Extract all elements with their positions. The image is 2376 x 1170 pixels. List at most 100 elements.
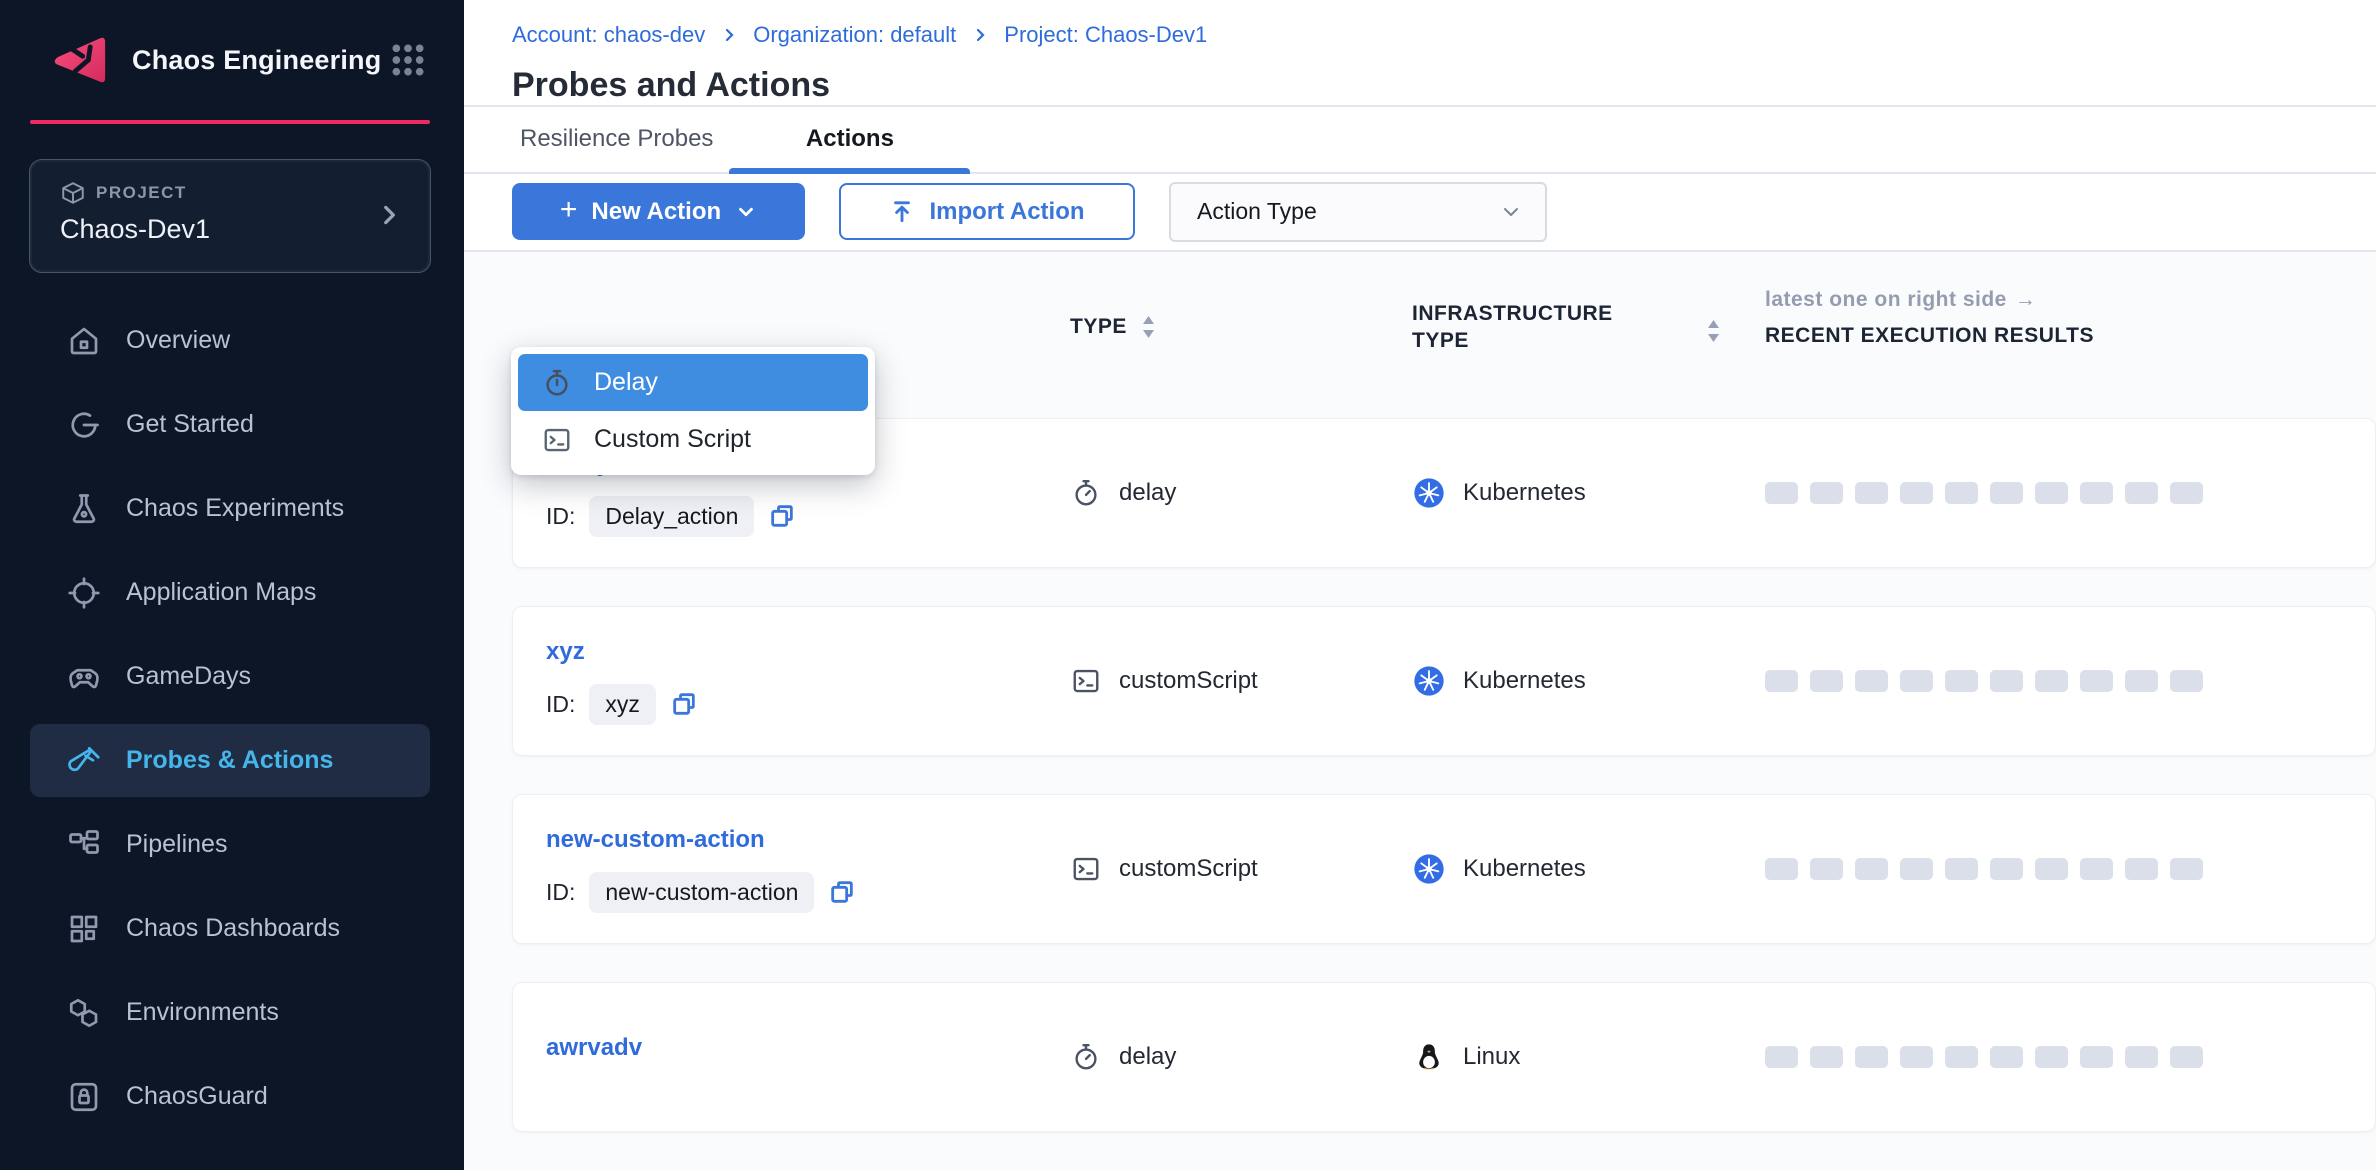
action-type-select[interactable]: Action Type	[1169, 182, 1547, 242]
sidebar-item-application-maps[interactable]: Application Maps	[30, 556, 430, 629]
id-label: ID:	[546, 503, 575, 530]
breadcrumb-account-link[interactable]: Account: chaos-dev	[512, 22, 705, 48]
tab-bar: Resilience Probes Actions	[464, 107, 2376, 174]
sidebar-item-pipelines[interactable]: Pipelines	[30, 808, 430, 881]
action-type: delay	[1119, 1043, 1176, 1071]
import-action-button[interactable]: Import Action	[839, 183, 1135, 240]
execution-result-placeholder	[1810, 858, 1843, 880]
execution-result-placeholder	[2035, 1046, 2068, 1068]
pipeline-icon	[66, 827, 102, 863]
new-action-dropdown-menu: Delay Custom Script	[511, 347, 875, 475]
project-label: PROJECT	[96, 183, 187, 203]
table-row[interactable]: new-custom-action ID: new-custom-action …	[512, 794, 2376, 944]
stopwatch-icon	[1071, 478, 1101, 508]
kubernetes-icon	[1413, 665, 1445, 697]
column-header-infrastructure-type[interactable]: INFRASTRUCTURE TYPE	[1412, 300, 1712, 355]
breadcrumb-project-link[interactable]: Project: Chaos-Dev1	[1004, 22, 1207, 48]
sidebar-item-chaosguard[interactable]: ChaosGuard	[30, 1060, 430, 1133]
toolbar: + New Action Import Action Action Type	[464, 174, 2376, 250]
sidebar-item-label: Chaos Experiments	[126, 494, 344, 523]
copy-icon[interactable]	[768, 502, 796, 530]
execution-result-placeholder	[1810, 670, 1843, 692]
main-area: Account: chaos-dev Organization: default…	[464, 0, 2376, 1170]
infrastructure-type: Kubernetes	[1463, 479, 1586, 507]
execution-result-placeholder	[1855, 670, 1888, 692]
execution-result-placeholder	[2170, 858, 2203, 880]
kubernetes-icon	[1413, 477, 1445, 509]
execution-result-placeholder	[2080, 482, 2113, 504]
execution-result-placeholder	[1855, 482, 1888, 504]
sidebar-item-gamedays[interactable]: GameDays	[30, 640, 430, 713]
breadcrumb-chevron-icon	[721, 27, 737, 43]
sort-icon[interactable]	[1141, 314, 1156, 340]
project-selector[interactable]: PROJECT Chaos-Dev1	[30, 160, 430, 272]
sidebar-item-label: Pipelines	[126, 830, 227, 859]
results-hint: latest one on right side →	[1765, 288, 2094, 312]
sidebar-item-overview[interactable]: Overview	[30, 304, 430, 377]
app-grid-icon[interactable]	[388, 40, 428, 80]
column-header-recent-results: RECENT EXECUTION RESULTS	[1765, 324, 2094, 348]
execution-result-placeholder	[2170, 670, 2203, 692]
lock-icon	[66, 1079, 102, 1115]
app-root: Chaos Engineering PROJECT Chaos-Dev1	[0, 0, 2376, 1170]
tab-resilience-probes[interactable]: Resilience Probes	[520, 107, 721, 172]
recent-execution-results	[1765, 482, 2375, 504]
execution-result-placeholder	[1945, 858, 1978, 880]
recent-execution-results	[1765, 1046, 2375, 1068]
chevron-down-icon	[1499, 200, 1523, 224]
dashboard-icon	[66, 911, 102, 947]
infrastructure-type: Kubernetes	[1463, 667, 1586, 695]
execution-result-placeholder	[2080, 1046, 2113, 1068]
table-row[interactable]: awrvadv delay Linux	[512, 982, 2376, 1132]
recent-execution-results	[1765, 858, 2375, 880]
execution-result-placeholder	[1945, 670, 1978, 692]
terminal-icon	[1071, 666, 1101, 696]
page-title: Probes and Actions	[512, 66, 2376, 105]
execution-result-placeholder	[1945, 482, 1978, 504]
page-header: Account: chaos-dev Organization: default…	[464, 0, 2376, 107]
linux-icon	[1413, 1041, 1445, 1073]
sidebar-item-chaos-dashboards[interactable]: Chaos Dashboards	[30, 892, 430, 965]
action-name-link[interactable]: new-custom-action	[546, 826, 765, 854]
import-icon	[889, 199, 915, 225]
menu-item-custom-script[interactable]: Custom Script	[518, 411, 868, 468]
sidebar-item-label: Environments	[126, 998, 279, 1027]
execution-result-placeholder	[1900, 482, 1933, 504]
test-tube-icon	[66, 743, 102, 779]
crosshair-icon	[66, 575, 102, 611]
sidebar-item-label: Application Maps	[126, 578, 316, 607]
sort-icon[interactable]	[1706, 318, 1721, 344]
sidebar-nav: Overview Get Started Chaos Experiments	[0, 304, 464, 1133]
column-header-type[interactable]: TYPE	[1070, 314, 1412, 340]
execution-result-placeholder	[1945, 1046, 1978, 1068]
breadcrumb-organization-link[interactable]: Organization: default	[753, 22, 956, 48]
copy-icon[interactable]	[828, 878, 856, 906]
sidebar-item-label: Get Started	[126, 410, 254, 439]
action-type: customScript	[1119, 855, 1258, 883]
execution-result-placeholder	[1855, 1046, 1888, 1068]
copy-icon[interactable]	[670, 690, 698, 718]
table-row[interactable]: xyz ID: xyz customScript	[512, 606, 2376, 756]
sidebar-item-environments[interactable]: Environments	[30, 976, 430, 1049]
infrastructure-type: Linux	[1463, 1043, 1520, 1071]
execution-result-placeholder	[1765, 482, 1798, 504]
sidebar-item-label: GameDays	[126, 662, 251, 691]
chevron-right-icon	[376, 202, 402, 228]
tab-actions[interactable]: Actions	[729, 107, 970, 172]
sidebar-item-get-started[interactable]: Get Started	[30, 388, 430, 461]
execution-result-placeholder	[2170, 1046, 2203, 1068]
execution-result-placeholder	[1855, 858, 1888, 880]
menu-item-delay[interactable]: Delay	[518, 354, 868, 411]
gamepad-icon	[66, 659, 102, 695]
execution-result-placeholder	[2035, 482, 2068, 504]
sidebar-item-chaos-experiments[interactable]: Chaos Experiments	[30, 472, 430, 545]
action-name-link[interactable]: xyz	[546, 638, 585, 666]
cube-icon	[60, 180, 86, 206]
kubernetes-icon	[1413, 853, 1445, 885]
sidebar: Chaos Engineering PROJECT Chaos-Dev1	[0, 0, 464, 1170]
new-action-button[interactable]: + New Action	[512, 183, 805, 240]
sidebar-item-probes-actions[interactable]: Probes & Actions	[30, 724, 430, 797]
action-name-link[interactable]: awrvadv	[546, 1034, 642, 1062]
action-type: customScript	[1119, 667, 1258, 695]
execution-result-placeholder	[2125, 670, 2158, 692]
